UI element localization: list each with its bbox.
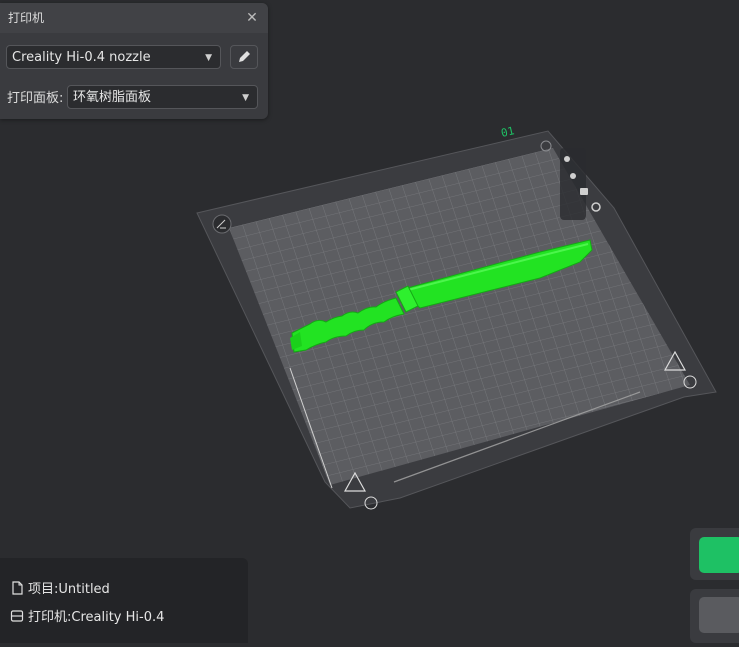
nozzle-select[interactable]: Creality Hi-0.4 nozzle ▼: [6, 45, 221, 69]
chevron-down-icon: ▼: [205, 53, 212, 63]
chevron-down-icon: ▼: [242, 93, 249, 103]
export-button[interactable]: [699, 597, 739, 633]
arrange-icon[interactable]: [564, 156, 570, 162]
plate-select-value: 环氧树脂面板: [73, 90, 152, 105]
project-row: 项目:Untitled: [10, 578, 110, 597]
file-icon: [12, 580, 23, 595]
plate-number: 01: [500, 124, 516, 140]
plate-select[interactable]: 环氧树脂面板 ▼: [67, 85, 258, 109]
panel-title: 打印机: [0, 3, 268, 33]
printer-row: 打印机:Creality Hi-0.4: [10, 606, 164, 625]
edit-printer-button[interactable]: [230, 45, 258, 69]
slice-button[interactable]: [699, 537, 739, 573]
orient-icon[interactable]: [570, 173, 576, 179]
plate-label: 打印面板:: [7, 91, 64, 106]
printer-panel: 打印机 ✕ Creality Hi-0.4 nozzle ▼ 打印面板: 环氧树…: [0, 3, 268, 119]
pencil-icon: [239, 51, 250, 62]
printer-name: 打印机:Creality Hi-0.4: [28, 610, 165, 625]
nozzle-select-value: Creality Hi-0.4 nozzle: [12, 50, 151, 65]
lock-icon[interactable]: [580, 188, 588, 195]
project-info-panel: 项目:Untitled 打印机:Creality Hi-0.4: [0, 558, 248, 643]
edit-plate-icon[interactable]: [212, 214, 232, 234]
close-icon[interactable]: ✕: [244, 10, 260, 26]
printer-icon: [10, 609, 24, 622]
project-name: 项目:Untitled: [28, 582, 110, 597]
